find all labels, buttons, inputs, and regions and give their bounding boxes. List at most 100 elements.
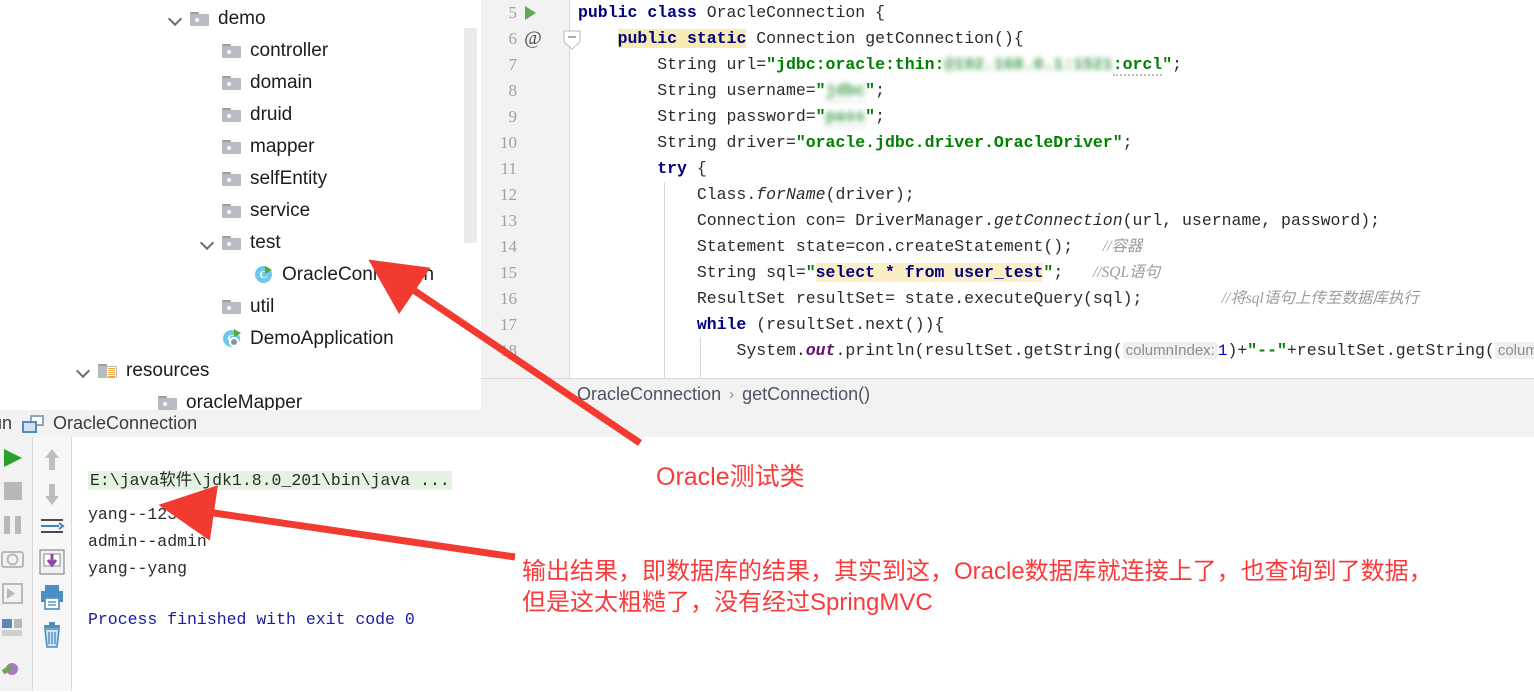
chevron-placeholder-icon xyxy=(200,74,216,90)
tree-item-label: resources xyxy=(126,359,210,381)
keyword-static: static xyxy=(686,29,747,48)
keyword-while: while xyxy=(696,315,747,334)
rerun-icon[interactable] xyxy=(0,443,32,475)
tree-item-label: oracleMapper xyxy=(186,391,303,411)
print-icon[interactable] xyxy=(33,581,71,615)
spring-boot-class-icon: C xyxy=(222,329,242,347)
run-execution-toolbar[interactable] xyxy=(0,437,33,691)
scroll-to-end-icon[interactable] xyxy=(33,545,71,579)
code-line-14[interactable]: Statement state=con.createStatement(); /… xyxy=(578,234,1143,260)
tree-item-label: util xyxy=(250,295,275,317)
line-number: 14 xyxy=(500,237,517,256)
code-line-16[interactable]: ResultSet resultSet= state.executeQuery(… xyxy=(578,286,1419,312)
line-number: 6 xyxy=(508,29,518,48)
console-line: yang--123 xyxy=(88,505,178,524)
code-line-11[interactable]: try { xyxy=(578,156,707,182)
keyword-try: try xyxy=(657,159,687,178)
run-gutter-icon[interactable] xyxy=(525,6,536,20)
chevron-placeholder-icon xyxy=(232,266,248,282)
tree-item-oracleconnection[interactable]: C OracleConnection xyxy=(232,258,434,290)
chevron-placeholder-icon xyxy=(200,170,216,186)
parameter-hint: columnIndex: xyxy=(1122,342,1218,359)
tree-item-druid[interactable]: druid xyxy=(200,98,292,130)
chevron-down-icon[interactable] xyxy=(76,362,92,378)
code-content[interactable]: public class OracleConnection { public s… xyxy=(570,0,1534,378)
code-line-15[interactable]: String sql="select * from user_test"; //… xyxy=(578,260,1160,286)
line-number: 5 xyxy=(508,3,518,22)
chevron-down-icon[interactable] xyxy=(168,10,184,26)
layout-icon[interactable] xyxy=(0,615,32,647)
folder-icon xyxy=(222,298,242,314)
tree-item-label: selfEntity xyxy=(250,167,328,189)
editor-gutter[interactable]: 5 6 7 8 9 10 11 12 13 14 15 16 17 18 @ xyxy=(481,0,581,378)
override-annotation-icon[interactable]: @ xyxy=(523,26,543,52)
tree-item-label: DemoApplication xyxy=(250,327,394,349)
comment-container: //容器 xyxy=(1102,238,1143,255)
tree-item-controller[interactable]: controller xyxy=(200,34,328,66)
tree-item-service[interactable]: service xyxy=(200,194,310,226)
password-redacted: pass xyxy=(825,107,866,128)
code-line-6[interactable]: public static Connection getConnection()… xyxy=(578,26,1024,52)
folder-icon xyxy=(222,170,242,186)
tree-item-util[interactable]: util xyxy=(200,290,274,322)
console-command-text: E:\java软件\jdk1.8.0_201\bin\java ... xyxy=(88,471,452,490)
tree-item-mapper[interactable]: mapper xyxy=(200,130,314,162)
camera-icon[interactable] xyxy=(0,545,32,577)
code-line-18[interactable]: System.out.println(resultSet.getString(c… xyxy=(578,338,1534,364)
tree-item-domain[interactable]: domain xyxy=(200,66,312,98)
folder-icon xyxy=(222,202,242,218)
code-line-7[interactable]: String url="jdbc:oracle:thin:@192.168.0.… xyxy=(578,52,1182,78)
arrow-up-icon[interactable] xyxy=(33,443,71,477)
tree-item-oraclemapper[interactable]: oracleMapper xyxy=(136,386,302,410)
folder-icon xyxy=(222,138,242,154)
chevron-placeholder-icon xyxy=(200,138,216,154)
resume-icon[interactable] xyxy=(0,579,32,611)
run-configuration-tab[interactable]: OracleConnection xyxy=(22,413,197,434)
run-console-toolbar[interactable] xyxy=(33,437,72,691)
console-window-icon xyxy=(22,414,45,433)
output-result-note-line2: 但是这太粗糙了，没有经过SpringMVC xyxy=(522,589,933,616)
code-line-5[interactable]: public class OracleConnection { xyxy=(578,0,885,26)
folder-icon xyxy=(190,10,210,26)
tree-item-demo[interactable]: demo xyxy=(168,2,266,34)
arrow-down-icon[interactable] xyxy=(33,477,71,511)
breadcrumb[interactable]: OracleConnection › getConnection() xyxy=(481,378,1534,410)
code-line-8[interactable]: String username="jdbc"; xyxy=(578,78,885,104)
chevron-placeholder-icon xyxy=(200,42,216,58)
console-exit-line: Process finished with exit code 0 xyxy=(88,610,415,629)
parameter-hint-2: columnIn xyxy=(1494,342,1534,359)
line-number: 13 xyxy=(500,211,517,230)
run-tool-window-header[interactable]: un OracleConnection xyxy=(0,410,1534,438)
chevron-placeholder-icon xyxy=(200,298,216,314)
clear-all-icon[interactable] xyxy=(33,619,71,653)
code-line-9[interactable]: String password="pass"; xyxy=(578,104,885,130)
code-line-17[interactable]: while (resultSet.next()){ xyxy=(578,312,945,338)
tree-item-demoapplication[interactable]: C DemoApplication xyxy=(200,322,394,354)
keyword-class: class xyxy=(647,3,697,22)
sql-string: select * from user_test xyxy=(815,263,1044,282)
tree-item-label: druid xyxy=(250,103,293,125)
code-editor[interactable]: 5 6 7 8 9 10 11 12 13 14 15 16 17 18 @ p… xyxy=(481,0,1534,378)
folder-icon xyxy=(222,42,242,58)
settings-icon[interactable] xyxy=(0,655,32,687)
comment-execute: //将sql语句上传至数据库执行 xyxy=(1221,290,1419,307)
pause-icon[interactable] xyxy=(0,511,32,543)
folder-icon xyxy=(222,106,242,122)
chevron-down-icon[interactable] xyxy=(200,234,216,250)
tree-item-selfentity[interactable]: selfEntity xyxy=(200,162,327,194)
username-redacted: jdbc xyxy=(825,81,866,102)
output-result-note-line1: 输出结果，即数据库的结果，其实到这，Oracle数据库就连接上了，也查询到了数据… xyxy=(522,558,1433,585)
code-line-12[interactable]: Class.forName(driver); xyxy=(578,182,915,208)
stop-icon[interactable] xyxy=(0,477,32,509)
line-number: 16 xyxy=(500,289,517,308)
code-line-13[interactable]: Connection con= DriverManager.getConnect… xyxy=(578,208,1380,234)
project-tree-panel[interactable]: demo controller domain druid mapper self… xyxy=(0,0,481,410)
project-tree-scrollbar[interactable] xyxy=(464,28,477,243)
tree-item-test[interactable]: test xyxy=(200,226,281,258)
soft-wrap-icon[interactable] xyxy=(33,511,71,545)
breadcrumb-method[interactable]: getConnection() xyxy=(742,384,870,405)
tree-item-resources[interactable]: resources xyxy=(76,354,209,386)
code-line-10[interactable]: String driver="oracle.jdbc.driver.Oracle… xyxy=(578,130,1132,156)
chevron-placeholder-icon xyxy=(200,202,216,218)
breadcrumb-class[interactable]: OracleConnection xyxy=(577,384,721,405)
